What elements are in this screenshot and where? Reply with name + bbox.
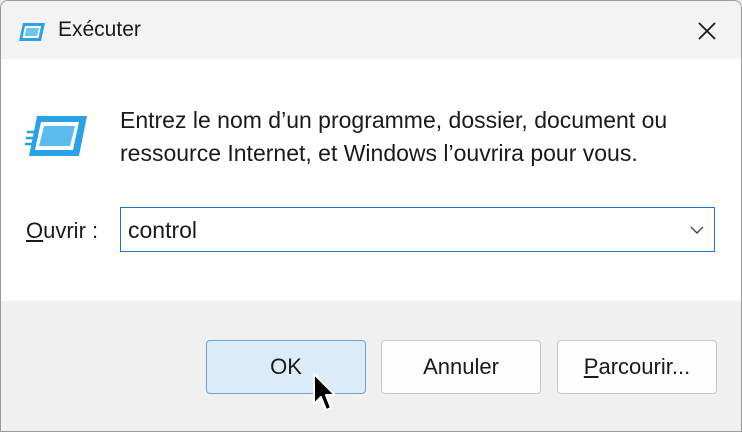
description-line-2: ressource Internet, et Windows l’ouvrira…: [120, 140, 638, 166]
ok-button[interactable]: OK: [206, 340, 366, 394]
browse-button-label: arcourir...: [598, 354, 691, 379]
cancel-button-label: Annuler: [423, 354, 499, 379]
open-label: Ouvrir :: [26, 218, 98, 244]
close-icon: [698, 22, 716, 40]
description-line-1: Entrez le nom d’un programme, dossier, d…: [120, 107, 668, 133]
window-title: Exécuter: [58, 18, 141, 41]
run-dialog: Exécuter Entrez le nom d’un programme, d…: [0, 0, 742, 432]
open-label-accelerator: O: [26, 218, 44, 243]
run-dialog-icon: [25, 116, 87, 156]
ok-button-label: OK: [270, 354, 302, 379]
open-input[interactable]: control: [128, 217, 197, 244]
button-bar: OK Annuler Parcourir...: [1, 301, 741, 431]
browse-button-accelerator: P: [583, 354, 599, 379]
open-combobox[interactable]: control: [120, 207, 715, 252]
chevron-down-icon[interactable]: [688, 221, 706, 239]
dialog-content: Entrez le nom d’un programme, dossier, d…: [1, 59, 741, 301]
description: Entrez le nom d’un programme, dossier, d…: [120, 104, 720, 170]
close-button[interactable]: [689, 13, 725, 49]
title-bar: Exécuter: [1, 1, 741, 59]
cancel-button[interactable]: Annuler: [381, 340, 541, 394]
open-label-text: uvrir :: [43, 218, 99, 243]
browse-button[interactable]: Parcourir...: [557, 340, 717, 394]
run-dialog-icon: [19, 23, 45, 41]
